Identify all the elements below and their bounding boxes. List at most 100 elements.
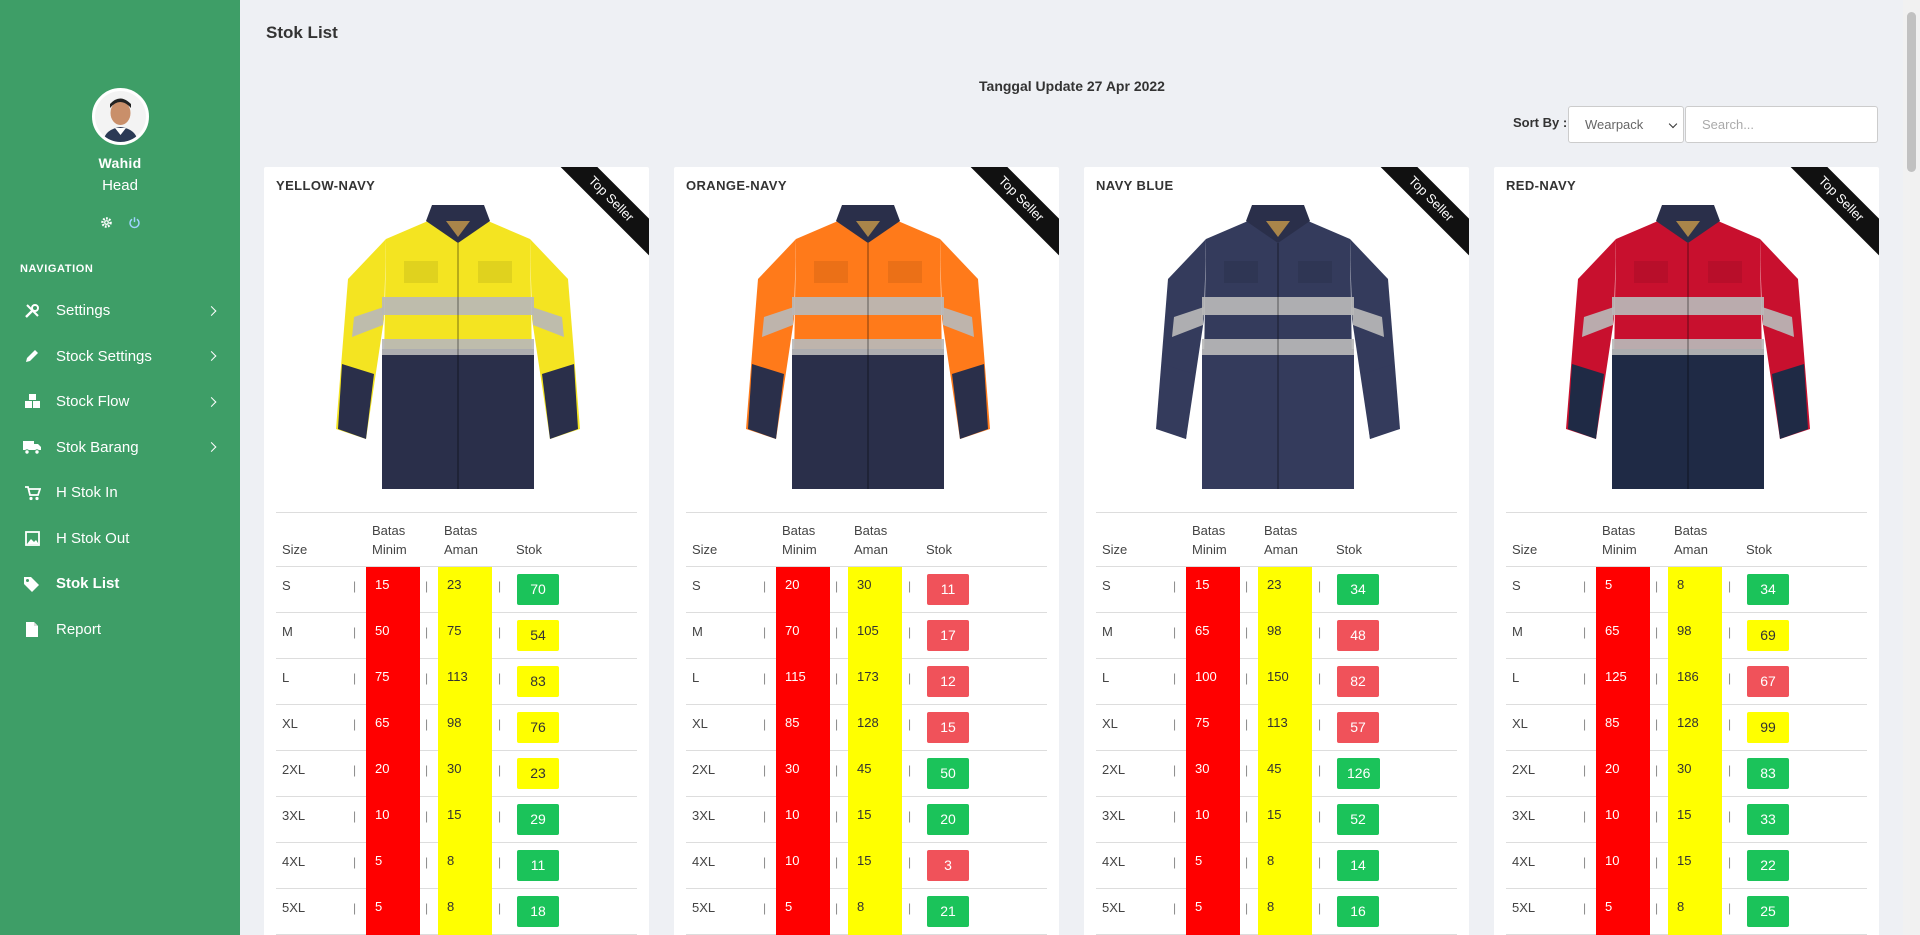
cell-divider: | [1728, 901, 1732, 915]
stok-badge: 25 [1747, 896, 1789, 927]
table-row: 3XL | 10 | 15 | 20 [686, 797, 1047, 843]
stok-badge: 23 [517, 758, 559, 789]
cell-divider: | [425, 579, 429, 593]
stok-badge: 76 [517, 712, 559, 743]
size-cell: S [1102, 578, 1111, 593]
table-row: M | 50 | 75 | 54 [276, 613, 637, 659]
cell-divider: | [425, 901, 429, 915]
header-min-line2: Minim [372, 542, 407, 557]
cell-divider: | [1245, 625, 1249, 639]
cell-divider: | [835, 809, 839, 823]
sidebar-item-h-stok-out[interactable]: H Stok Out [0, 516, 240, 562]
min-cell: 30 [1186, 751, 1240, 797]
product-name: ORANGE-NAVY [686, 178, 787, 193]
aman-cell: 113 [1258, 705, 1312, 751]
user-role: Head [102, 177, 138, 194]
min-cell: 65 [1596, 613, 1650, 659]
chevron-right-icon [206, 442, 217, 453]
size-cell: L [1512, 670, 1520, 685]
gear-icon[interactable] [99, 216, 113, 230]
min-cell: 30 [776, 751, 830, 797]
size-cell: M [1512, 624, 1523, 639]
sidebar-item-label: H Stok Out [56, 529, 130, 547]
chevron-right-icon [206, 305, 217, 316]
cell-divider: | [835, 625, 839, 639]
stok-badge: 54 [517, 620, 559, 651]
chevron-right-icon [206, 351, 217, 362]
cell-divider: | [425, 717, 429, 731]
table-row: L | 100 | 150 | 82 [1096, 659, 1457, 705]
sidebar-item-settings[interactable]: Settings [0, 288, 240, 334]
aman-cell: 113 [438, 659, 492, 705]
header-aman-line1: Batas [1674, 523, 1708, 538]
cell-divider: | [763, 901, 767, 915]
size-cell: 4XL [1102, 854, 1126, 869]
aman-cell: 15 [438, 797, 492, 843]
document-icon [22, 620, 42, 638]
stok-badge: 16 [1337, 896, 1379, 927]
cell-divider: | [353, 579, 357, 593]
header-min-line1: Batas [1192, 523, 1226, 538]
aman-cell: 30 [438, 751, 492, 797]
size-cell: XL [1512, 716, 1528, 731]
size-cell: 4XL [1512, 854, 1536, 869]
table-row: 4XL | 10 | 15 | 22 [1506, 843, 1867, 889]
sidebar-item-h-stok-in[interactable]: H Stok In [0, 470, 240, 516]
aman-cell: 75 [438, 613, 492, 659]
cell-divider: | [1655, 855, 1659, 869]
size-cell: XL [692, 716, 708, 731]
sidebar-item-stock-settings[interactable]: Stock Settings [0, 334, 240, 380]
sidebar-item-report[interactable]: Report [0, 607, 240, 653]
size-cell: 3XL [692, 808, 716, 823]
nav-menu: Settings Stock Settings Stock Flow Stok Bar… [0, 288, 240, 652]
cell-divider: | [1173, 763, 1177, 777]
cell-divider: | [835, 901, 839, 915]
sidebar-item-stock-flow[interactable]: Stock Flow [0, 379, 240, 425]
min-cell: 115 [776, 659, 830, 705]
header-stok: Stok [1336, 542, 1363, 557]
table-row: 2XL | 20 | 30 | 83 [1506, 751, 1867, 797]
sort-select[interactable]: Wearpack [1568, 106, 1684, 143]
cell-divider: | [498, 671, 502, 685]
header-stok: Stok [1746, 542, 1773, 557]
cell-divider: | [1655, 579, 1659, 593]
scrollbar-thumb[interactable] [1907, 12, 1916, 172]
chevron-down-icon [1668, 119, 1678, 129]
min-cell: 10 [1596, 797, 1650, 843]
cell-divider: | [835, 763, 839, 777]
avatar[interactable] [91, 88, 149, 145]
cell-divider: | [1583, 809, 1587, 823]
chevron-right-icon [206, 396, 217, 407]
table-row: 4XL | 5 | 8 | 11 [276, 843, 637, 889]
header-min-line1: Batas [1602, 523, 1636, 538]
aman-cell: 128 [848, 705, 902, 751]
scrollbar[interactable] [1903, 0, 1920, 935]
stok-badge: 50 [927, 758, 969, 789]
min-cell: 85 [776, 705, 830, 751]
cell-divider: | [1728, 809, 1732, 823]
aman-cell: 8 [1258, 889, 1312, 935]
sidebar-item-label: Settings [56, 302, 111, 320]
sidebar-item-stok-barang[interactable]: Stok Barang [0, 425, 240, 471]
min-cell: 100 [1186, 659, 1240, 705]
aman-cell: 173 [848, 659, 902, 705]
cell-divider: | [763, 717, 767, 731]
table-row: 4XL | 5 | 8 | 14 [1096, 843, 1457, 889]
min-cell: 10 [776, 797, 830, 843]
search-input[interactable] [1685, 106, 1878, 143]
power-icon[interactable] [127, 216, 141, 230]
product-name: YELLOW-NAVY [276, 178, 376, 193]
sidebar-item-stok-list[interactable]: Stok List [0, 561, 240, 607]
table-row: XL | 75 | 113 | 57 [1096, 705, 1457, 751]
table-row: 3XL | 10 | 15 | 33 [1506, 797, 1867, 843]
product-image [1128, 199, 1428, 499]
table-row: L | 75 | 113 | 83 [276, 659, 637, 705]
cell-divider: | [1173, 671, 1177, 685]
stock-table: Size Batas Minim Batas Aman Stok S | 15 | 23 | 34 M | 6… [1096, 512, 1457, 935]
header-aman-line2: Aman [854, 542, 888, 557]
size-cell: 2XL [692, 762, 716, 777]
cell-divider: | [835, 579, 839, 593]
size-cell: 3XL [282, 808, 306, 823]
aman-cell: 186 [1668, 659, 1722, 705]
min-cell: 5 [1186, 889, 1240, 935]
